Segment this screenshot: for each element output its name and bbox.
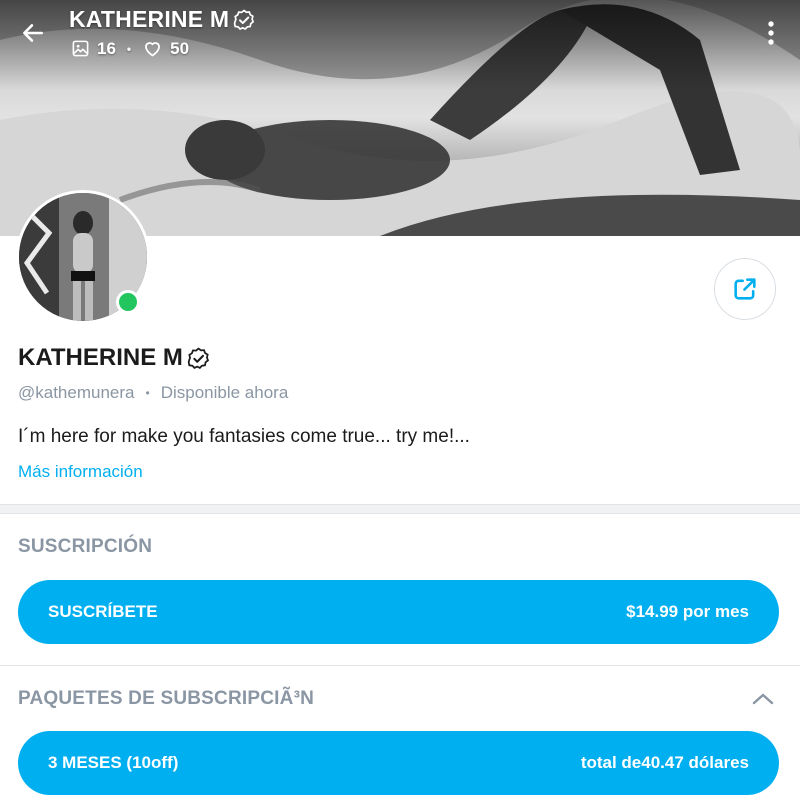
bundle-label: 3 MESES (10off) <box>48 753 179 772</box>
section-separator <box>0 665 800 666</box>
verified-badge-icon <box>233 8 255 30</box>
image-icon <box>72 40 89 57</box>
subscription-section-title: SUSCRIPCIÓN <box>18 536 153 557</box>
subscribe-price: $14.99 por mes <box>626 602 749 621</box>
subscribe-button[interactable]: SUSCRÍBETE $14.99 por mes <box>18 580 779 644</box>
more-vertical-icon <box>768 21 774 45</box>
profile-bio: I´m here for make you fantasies come tru… <box>18 426 470 447</box>
bundle-price: total de40.47 dólares <box>580 753 749 772</box>
chevron-up-icon <box>752 693 774 705</box>
verified-badge-icon <box>187 346 209 369</box>
bundle-button-3-months[interactable]: 3 MESES (10off) total de40.47 dólares <box>18 731 779 795</box>
more-options-button[interactable] <box>756 14 786 52</box>
meta-separator: • <box>145 386 150 400</box>
back-button[interactable] <box>14 14 52 52</box>
subscribe-button-label: SUSCRÍBETE <box>48 602 158 621</box>
collapse-bundles-button[interactable] <box>748 684 778 714</box>
photos-count: 16 <box>97 38 116 58</box>
profile-meta: @kathemunera • Disponible ahora <box>18 383 288 403</box>
likes-count: 50 <box>170 38 190 58</box>
online-status-indicator <box>116 290 140 314</box>
heart-icon <box>145 42 161 57</box>
arrow-left-icon <box>23 24 43 42</box>
more-info-link[interactable]: Más información <box>18 462 143 482</box>
profile-name-text: KATHERINE M <box>18 344 183 371</box>
section-divider <box>0 504 800 514</box>
stats-separator: • <box>126 41 132 56</box>
header-stats: 16 • 50 <box>71 38 189 59</box>
header-title-text: KATHERINE M <box>69 6 230 32</box>
availability-status: Disponible ahora <box>160 383 289 402</box>
profile-handle: @kathemunera <box>18 383 135 402</box>
share-icon <box>734 278 756 300</box>
share-button[interactable] <box>714 258 776 320</box>
profile-name: KATHERINE M <box>18 344 211 372</box>
bundles-section-title: PAQUETES DE SUBSCRIPCIÃ³N <box>18 688 315 709</box>
header-title: KATHERINE M <box>69 6 256 33</box>
